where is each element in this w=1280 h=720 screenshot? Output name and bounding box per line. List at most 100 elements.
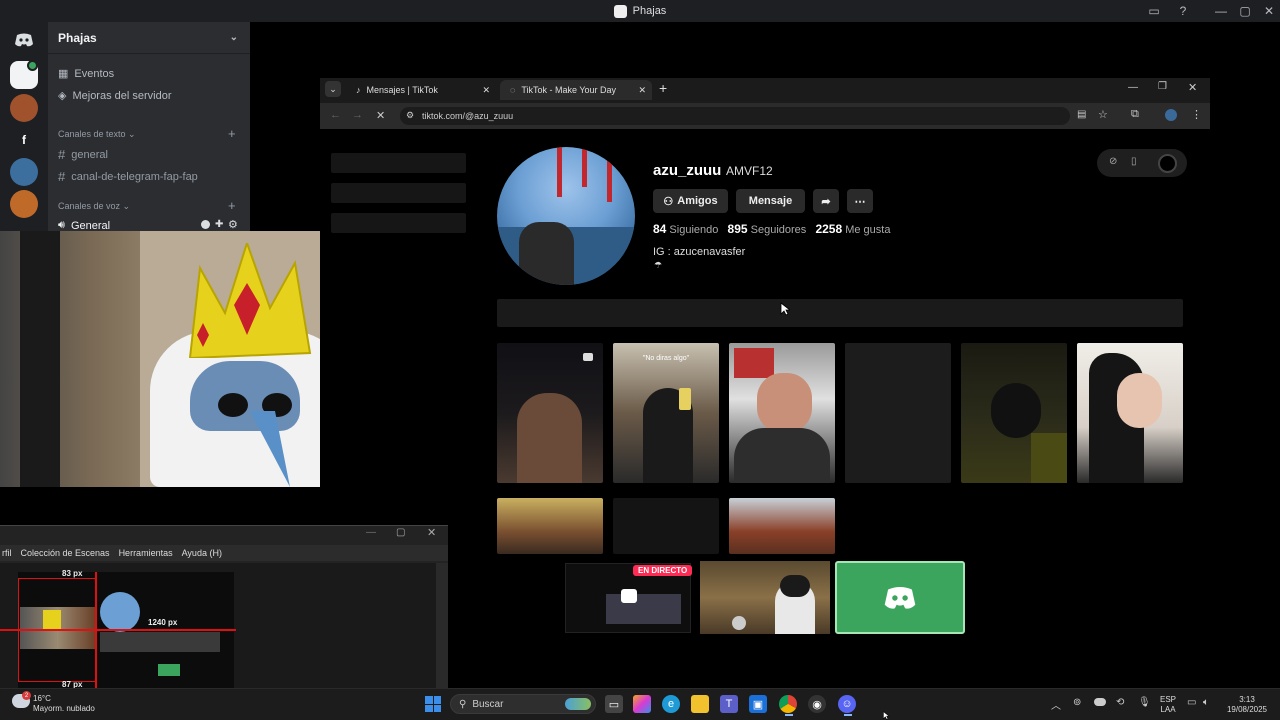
add-user-icon[interactable]: ✚ [215,219,223,230]
copilot-icon[interactable] [633,695,651,713]
task-view-icon[interactable]: ▭ [605,695,623,713]
teams-icon[interactable]: T [720,695,738,713]
translate-icon[interactable]: ▤ [1077,109,1086,120]
site-info-icon[interactable]: ⚙ [406,110,414,121]
boosts-item[interactable]: ◈ Mejoras del servidor [58,89,172,103]
followers-count: 895 [727,222,748,236]
voice-category[interactable]: Canales de voz ⌄ [58,201,130,212]
extensions-icon[interactable]: ⧉ [1131,108,1139,121]
events-item[interactable]: ▦ Eventos [58,67,114,81]
profile-bio: IG : azucenavasfer [653,246,746,258]
weather-desc[interactable]: Mayorm. nublado [33,704,95,714]
forward-icon[interactable]: → [352,109,363,121]
taskbar-search[interactable]: ⚲ Buscar [450,694,596,714]
stop-icon[interactable]: ✕ [376,109,385,122]
share-icon[interactable]: ➦ [813,189,839,213]
server-icon[interactable] [10,94,38,122]
message-button[interactable]: Mensaje [736,189,805,213]
tab-close-icon[interactable]: ✕ [482,85,490,96]
discord-logo-icon [884,586,916,609]
video-thumbnail-loading[interactable] [845,343,951,483]
live-badge: EN DIRECTO [633,565,693,576]
clock[interactable]: 3:13 19/08/2025 [1222,695,1272,715]
video-thumbnail[interactable] [497,343,603,483]
compass-icon[interactable]: ⊘ [1109,156,1117,167]
profile-avatar[interactable] [1165,109,1177,121]
hash-icon: # [58,147,66,162]
tab-messages[interactable]: ♪ Mensajes | TikTok ✕ [346,80,496,100]
help-icon[interactable]: ? [1169,0,1197,22]
chat-icon[interactable] [201,220,210,229]
server-f-icon[interactable]: f [10,126,38,154]
active-app-indicator [785,714,793,716]
phone-icon[interactable]: ▯ [1131,156,1137,167]
browser-restore-button[interactable]: ❐ [1158,81,1167,92]
menu-help[interactable]: Ayuda (H) [182,548,222,558]
video-thumbnail[interactable] [729,343,835,483]
video-thumbnail[interactable] [613,498,719,554]
browser-menu-icon[interactable]: ⋮ [1191,108,1202,121]
more-options-icon[interactable]: ⋯ [847,189,873,213]
store-icon[interactable]: ▣ [749,695,767,713]
following-label[interactable]: Siguiendo [669,224,718,236]
settings-gear-icon[interactable]: ⚙ [228,218,238,231]
obs-close-button[interactable]: ✕ [427,526,436,539]
profile-username: azu_zuuu [653,162,722,179]
record-icon[interactable] [1158,154,1177,173]
discord-home-icon[interactable] [10,26,38,54]
video-thumbnail[interactable] [729,498,835,554]
obs-minimize-button[interactable]: — [366,527,376,538]
text-category[interactable]: Canales de texto ⌄ [58,129,136,140]
inbox-icon[interactable]: ▭ [1140,0,1168,22]
add-channel-icon[interactable]: + [228,126,236,141]
video-thumbnail[interactable]: "No diras algo" [613,343,719,483]
obs-icon[interactable]: ◉ [808,695,826,713]
close-button[interactable]: ✕ [1255,0,1280,22]
profile-avatar-large[interactable] [497,147,635,285]
server-name: Phajas [58,30,97,45]
windows-start-icon[interactable] [425,696,441,712]
video-thumbnail[interactable] [497,498,603,554]
tray-sync-icon[interactable]: ⟲ [1116,697,1124,708]
obs-menubar: rfil Colección de Escenas Herramientas A… [0,545,448,561]
chrome-icon[interactable] [779,695,797,713]
tab-tiktok[interactable]: ◌ TikTok - Make Your Day ✕ [500,80,652,100]
url-field[interactable]: ⚙ tiktok.com/@azu_zuuu [400,107,1070,125]
tab-list-button[interactable]: ⌄ [325,81,341,97]
tray-app-icon[interactable]: ⊚ [1073,697,1081,708]
language-indicator[interactable]: ESP LAA [1158,695,1178,715]
followers-label[interactable]: Seguidores [751,224,807,236]
network-icon[interactable]: ▭ [1187,697,1196,708]
discord-user-tile[interactable] [835,561,965,634]
browser-minimize-button[interactable]: — [1128,82,1138,93]
add-voice-icon[interactable]: + [228,198,236,213]
weather-temp[interactable]: 16°C [33,694,51,704]
onedrive-icon[interactable] [1094,698,1106,706]
tab-close-icon[interactable]: ✕ [638,85,646,96]
channel-general[interactable]: # general [58,147,108,162]
bookmark-star-icon[interactable]: ☆ [1098,108,1108,121]
obs-selection-box[interactable] [18,578,96,682]
server-icon[interactable] [10,190,38,218]
browser-close-button[interactable]: ✕ [1188,81,1197,94]
friends-button[interactable]: ⚇ Amigos [653,189,728,213]
edge-icon[interactable]: e [662,695,680,713]
menu-profile[interactable]: rfil [2,548,12,558]
back-icon[interactable]: ← [330,109,341,121]
menu-scene-collection[interactable]: Colección de Escenas [21,548,110,558]
microphone-icon[interactable]: 🎙︎ [1138,697,1151,708]
video-thumbnail[interactable] [1077,343,1183,483]
menu-tools[interactable]: Herramientas [119,548,173,558]
discord-taskbar-icon[interactable]: ☺ [838,695,856,713]
new-tab-button[interactable]: + [659,80,667,96]
obs-maximize-button[interactable]: ▢ [396,527,405,538]
camera-preview-tile[interactable] [700,561,830,634]
video-thumbnail[interactable] [961,343,1067,483]
channel-telegram[interactable]: # canal-de-telegram-fap-fap [58,169,198,184]
volume-icon[interactable]: 🔈︎ [1203,697,1209,708]
tray-chevron-icon[interactable]: ︿ [1051,697,1061,712]
file-explorer-icon[interactable] [691,695,709,713]
obs-scrollbar[interactable] [436,563,448,688]
server-header[interactable]: Phajas ⌄ [48,22,250,54]
server-icon[interactable] [10,158,38,186]
